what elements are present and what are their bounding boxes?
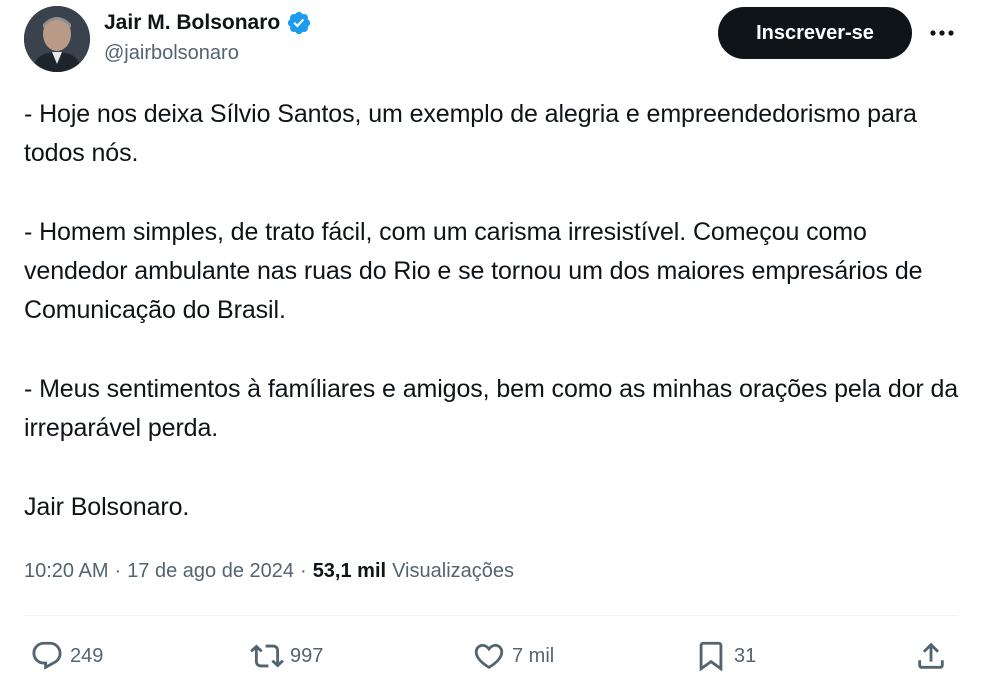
heart-icon (474, 643, 504, 669)
meta-separator: · (114, 560, 122, 582)
tweet-card: Jair M. Bolsonaro @jairbolsonaro Inscrev… (0, 0, 984, 695)
like-button[interactable]: 7 mil (472, 634, 554, 678)
author-block: Jair M. Bolsonaro @jairbolsonaro (104, 8, 312, 65)
avatar[interactable] (24, 6, 90, 72)
repost-button[interactable]: 997 (250, 634, 323, 678)
tweet-time[interactable]: 10:20 AM (24, 560, 109, 583)
verified-badge-icon[interactable] (286, 10, 312, 36)
more-options-button[interactable] (924, 18, 960, 48)
meta-separator: · (300, 560, 307, 582)
tweet-paragraph: - Homem simples, de trato fácil, com um … (24, 218, 923, 324)
like-count: 7 mil (512, 644, 555, 667)
subscribe-button[interactable]: Inscrever-se (718, 7, 912, 59)
avatar-portrait-icon (24, 6, 90, 72)
bookmark-icon (699, 641, 723, 672)
views-count[interactable]: 53,1 mil (313, 560, 386, 583)
reply-button[interactable]: 249 (30, 634, 103, 678)
action-bar: 249 997 7 mil 31 (0, 634, 984, 678)
more-horizontal-icon (930, 30, 954, 36)
tweet-date[interactable]: 17 de ago de 2024 (127, 560, 294, 583)
bookmark-button[interactable]: 31 (694, 634, 756, 678)
name-row: Jair M. Bolsonaro (104, 8, 312, 38)
repost-icon (250, 644, 284, 668)
views-label: Visualizações (392, 560, 515, 582)
tweet-signature: Jair Bolsonaro. (24, 493, 190, 521)
share-icon (918, 642, 944, 669)
reply-icon (32, 641, 62, 670)
repost-count: 997 (290, 644, 324, 667)
bookmark-count: 31 (734, 644, 757, 667)
tweet-paragraph: - Meus sentimentos à famíliares e amigos… (24, 375, 959, 442)
tweet-paragraph: - Hoje nos deixa Sílvio Santos, um exemp… (24, 100, 917, 167)
tweet-meta: 10:20 AM · 17 de ago de 2024 · 53,1 mil … (24, 560, 514, 583)
author-name[interactable]: Jair M. Bolsonaro (104, 11, 280, 35)
divider (24, 615, 958, 616)
tweet-text: - Hoje nos deixa Sílvio Santos, um exemp… (24, 95, 964, 527)
share-button[interactable] (914, 634, 948, 678)
author-handle[interactable]: @jairbolsonaro (104, 42, 312, 65)
reply-count: 249 (70, 644, 104, 667)
